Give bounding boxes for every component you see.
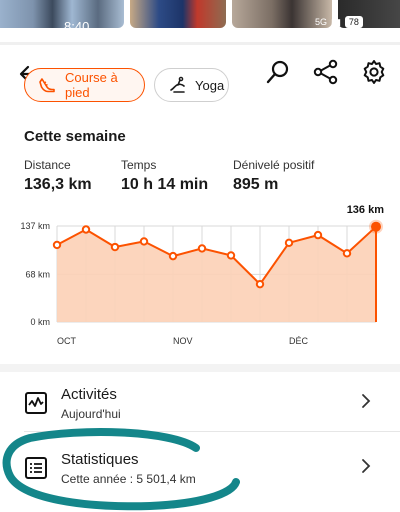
settings-button[interactable] <box>360 58 388 86</box>
chip-label: Yoga <box>195 77 225 93</box>
stat-value: 10 h 14 min <box>121 176 209 193</box>
stat-value: 895 m <box>233 176 279 193</box>
data-point <box>284 238 294 248</box>
signal-icon: ▮▮ <box>331 16 341 27</box>
data-point <box>168 251 178 261</box>
running-shoe-icon <box>39 78 55 93</box>
share-button[interactable] <box>312 58 340 86</box>
section-title: Cette semaine <box>24 128 126 145</box>
y-tick-label: 0 km <box>30 317 50 327</box>
gear-icon <box>363 60 385 84</box>
y-tick-label: 137 km <box>20 221 50 231</box>
row-subtitle: Cette année : 5 501,4 km <box>61 472 196 486</box>
section-divider <box>0 364 400 372</box>
stat-time: Temps 10 h 14 min <box>121 158 208 194</box>
stat-label: Dénivelé positif <box>233 158 315 172</box>
status-time: 8:40 <box>64 19 90 34</box>
chevron-right-icon <box>362 394 371 408</box>
divider <box>0 42 400 45</box>
status-indicators: 5G ▮▮ 78 <box>315 16 363 28</box>
search-icon <box>266 60 289 84</box>
stats-list-icon <box>25 457 47 479</box>
x-tick-label: DÉC <box>289 336 309 346</box>
row-title: Activités <box>61 386 117 403</box>
data-point <box>52 240 62 250</box>
highlight-label: 136 km <box>347 204 385 216</box>
chip-running[interactable]: Course à pied <box>24 68 145 102</box>
data-point <box>255 279 265 289</box>
share-icon <box>313 59 338 85</box>
data-point <box>313 230 323 240</box>
stat-distance: Distance 136,3 km <box>24 158 92 194</box>
battery-icon: 78 <box>344 16 363 28</box>
stat-value: 136,3 km <box>24 176 92 193</box>
network-label: 5G <box>315 17 328 27</box>
photo-thumbnail[interactable] <box>130 0 226 28</box>
data-point <box>139 237 149 246</box>
photo-thumbnail[interactable] <box>0 0 124 28</box>
activities-row[interactable]: Activités Aujourd'hui <box>0 381 400 437</box>
yoga-icon <box>170 76 185 93</box>
data-point <box>371 221 381 232</box>
data-point <box>110 242 120 252</box>
x-tick-label: NOV <box>173 336 193 346</box>
row-title: Statistiques <box>61 451 139 468</box>
x-tick-label: OCT <box>57 336 77 346</box>
statistics-row[interactable]: Statistiques Cette année : 5 501,4 km <box>0 446 400 502</box>
stat-label: Distance <box>24 158 71 172</box>
photo-strip: 8:40 5G ▮▮ 78 <box>0 0 400 36</box>
chevron-right-icon <box>362 459 371 473</box>
data-point <box>342 249 352 258</box>
chip-label: Course à pied <box>65 70 118 100</box>
data-point <box>197 244 207 253</box>
weekly-distance-chart[interactable]: 137 km 68 km 0 km 136 km OCT NOV DÉC <box>0 196 400 356</box>
stat-elevation: Dénivelé positif 895 m <box>233 158 314 194</box>
y-tick-label: 68 km <box>25 269 50 279</box>
chip-yoga[interactable]: Yoga <box>154 68 229 102</box>
stat-label: Temps <box>121 158 157 172</box>
activity-chart-icon <box>25 392 47 414</box>
data-point <box>226 251 236 260</box>
search-button[interactable] <box>264 58 292 86</box>
divider <box>24 431 400 432</box>
row-subtitle: Aujourd'hui <box>61 407 121 421</box>
data-point <box>81 225 91 234</box>
